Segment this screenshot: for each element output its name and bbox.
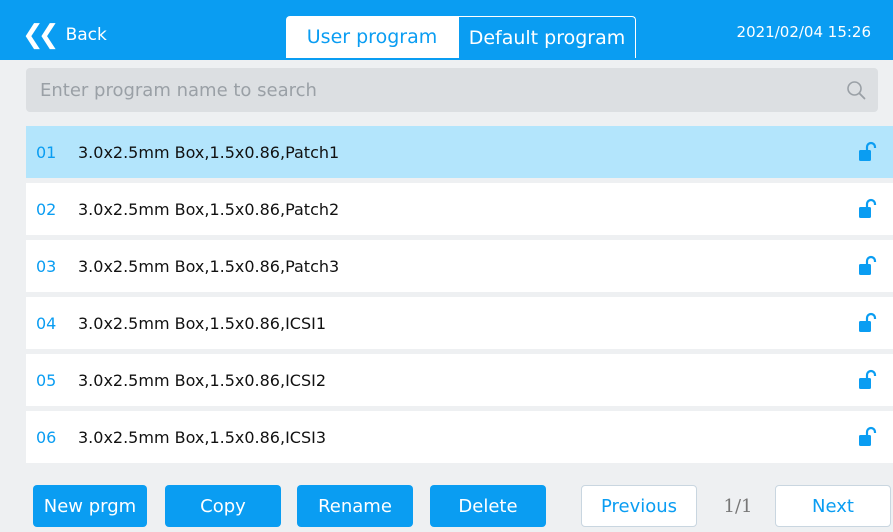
tab-default-program[interactable]: Default program xyxy=(458,16,636,58)
program-name: 3.0x2.5mm Box,1.5x0.86,ICSI3 xyxy=(78,427,327,447)
search-bar xyxy=(26,68,878,112)
program-row[interactable]: 04 3.0x2.5mm Box,1.5x0.86,ICSI1 xyxy=(26,297,893,349)
program-name: 3.0x2.5mm Box,1.5x0.86,Patch3 xyxy=(78,256,340,276)
unlock-icon[interactable] xyxy=(857,369,879,391)
page-indicator: 1/1 xyxy=(723,495,753,517)
back-label: Back xyxy=(65,25,107,45)
program-number: 02 xyxy=(36,199,57,219)
program-name: 3.0x2.5mm Box,1.5x0.86,ICSI1 xyxy=(78,313,327,333)
program-list: 01 3.0x2.5mm Box,1.5x0.86,Patch1 02 3.0x… xyxy=(26,126,893,468)
top-bar: ❮❮ Back User program Default program 202… xyxy=(0,0,893,60)
tab-user-program[interactable]: User program xyxy=(286,16,458,58)
program-number: 01 xyxy=(36,142,57,162)
double-chevron-left-icon: ❮❮ xyxy=(22,20,59,50)
rename-button[interactable]: Rename xyxy=(297,485,413,527)
delete-button[interactable]: Delete xyxy=(430,485,546,527)
unlock-icon[interactable] xyxy=(857,426,879,448)
previous-page-button[interactable]: Previous xyxy=(581,485,697,527)
program-manager-screen: ❮❮ Back User program Default program 202… xyxy=(0,0,893,532)
program-row[interactable]: 01 3.0x2.5mm Box,1.5x0.86,Patch1 xyxy=(26,126,893,178)
unlock-icon[interactable] xyxy=(857,141,879,163)
next-page-button[interactable]: Next xyxy=(775,485,891,527)
program-name: 3.0x2.5mm Box,1.5x0.86,ICSI2 xyxy=(78,370,327,390)
program-number: 04 xyxy=(36,313,57,333)
program-row[interactable]: 05 3.0x2.5mm Box,1.5x0.86,ICSI2 xyxy=(26,354,893,406)
program-row[interactable]: 02 3.0x2.5mm Box,1.5x0.86,Patch2 xyxy=(26,183,893,235)
unlock-icon[interactable] xyxy=(857,312,879,334)
search-icon[interactable] xyxy=(846,80,866,100)
unlock-icon[interactable] xyxy=(857,255,879,277)
unlock-icon[interactable] xyxy=(857,198,879,220)
datetime-display: 2021/02/04 15:26 xyxy=(736,23,871,41)
program-number: 03 xyxy=(36,256,57,276)
new-program-button[interactable]: New prgm xyxy=(33,485,147,527)
program-row[interactable]: 06 3.0x2.5mm Box,1.5x0.86,ICSI3 xyxy=(26,411,893,463)
program-name: 3.0x2.5mm Box,1.5x0.86,Patch1 xyxy=(78,142,340,162)
search-input[interactable] xyxy=(26,68,826,112)
program-number: 06 xyxy=(36,427,57,447)
program-name: 3.0x2.5mm Box,1.5x0.86,Patch2 xyxy=(78,199,340,219)
copy-button[interactable]: Copy xyxy=(165,485,281,527)
program-row[interactable]: 03 3.0x2.5mm Box,1.5x0.86,Patch3 xyxy=(26,240,893,292)
back-button[interactable]: ❮❮ Back xyxy=(22,22,107,48)
program-number: 05 xyxy=(36,370,57,390)
